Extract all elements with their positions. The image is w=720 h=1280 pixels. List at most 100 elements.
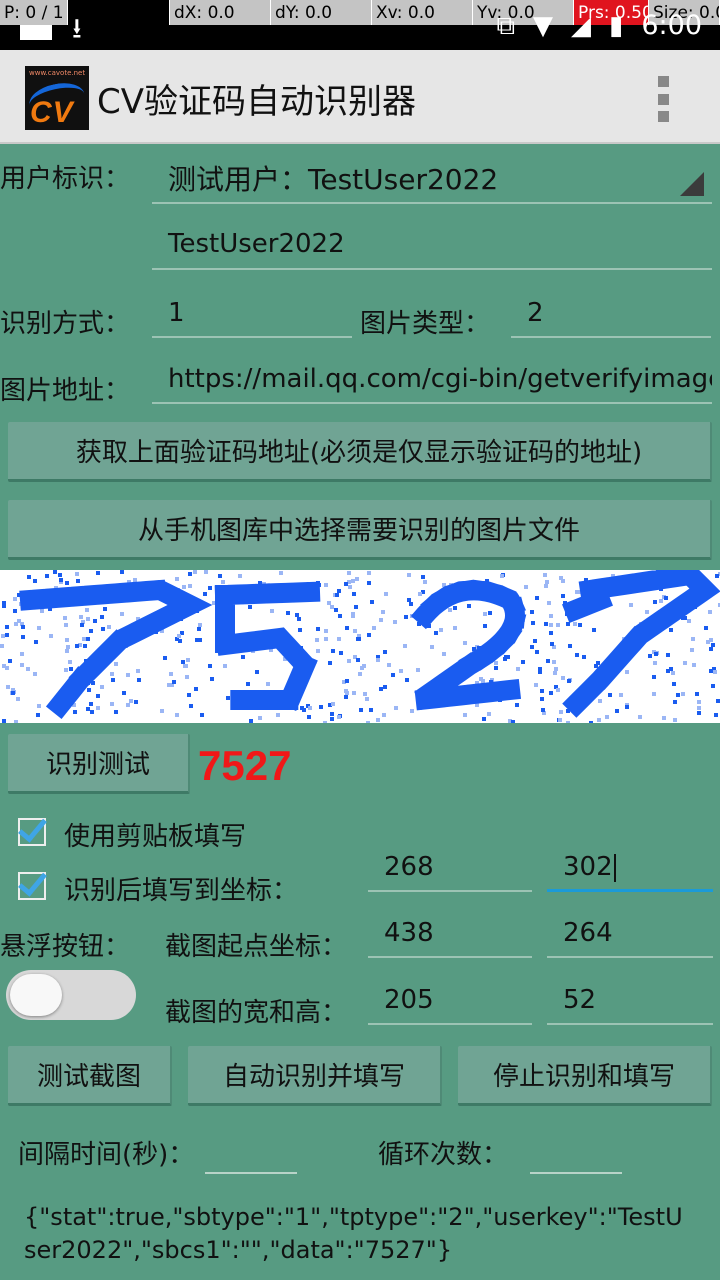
image-url-field[interactable]: https://mail.qq.com/cgi-bin/getverifyima… bbox=[152, 362, 712, 404]
captcha-noise-dot bbox=[221, 580, 225, 584]
crop-y-field[interactable]: 264 bbox=[547, 916, 713, 958]
captcha-noise-dot bbox=[107, 625, 111, 629]
captcha-noise-dot bbox=[86, 617, 90, 621]
image-type-field[interactable]: 2 bbox=[511, 296, 711, 338]
dropdown-arrow-icon bbox=[680, 172, 704, 196]
captcha-noise-dot bbox=[556, 688, 560, 692]
fill-y-field[interactable]: 302 bbox=[547, 850, 713, 892]
captcha-noise-dot bbox=[33, 672, 37, 676]
captcha-noise-dot bbox=[625, 670, 629, 674]
test-crop-button[interactable]: 测试截图 bbox=[8, 1046, 172, 1106]
crop-width-field[interactable]: 205 bbox=[368, 983, 532, 1025]
overflow-menu-icon[interactable] bbox=[653, 76, 673, 122]
choose-from-gallery-button[interactable]: 从手机图库中选择需要识别的图片文件 bbox=[8, 500, 712, 560]
captcha-noise-dot bbox=[223, 664, 227, 668]
logo-text: CV bbox=[30, 96, 74, 129]
captcha-noise-dot bbox=[27, 575, 31, 579]
captcha-noise-dot bbox=[391, 673, 395, 677]
captcha-noise-dot bbox=[1, 634, 5, 638]
captcha-noise-dot bbox=[534, 683, 538, 687]
captcha-noise-dot bbox=[407, 598, 411, 602]
captcha-noise-dot bbox=[298, 628, 302, 632]
stop-recognize-button[interactable]: 停止识别和填写 bbox=[458, 1046, 712, 1106]
recognition-result: 7527 bbox=[198, 742, 292, 789]
captcha-noise-dot bbox=[324, 637, 328, 641]
captcha-noise-dot bbox=[184, 664, 188, 668]
captcha-noise-dot bbox=[167, 683, 171, 687]
captcha-noise-dot bbox=[351, 614, 355, 618]
captcha-noise-dot bbox=[246, 682, 250, 686]
crop-x-field[interactable]: 438 bbox=[368, 916, 532, 958]
captcha-noise-dot bbox=[13, 609, 17, 613]
captcha-noise-dot bbox=[188, 584, 192, 588]
captcha-noise-dot bbox=[195, 638, 199, 642]
captcha-noise-dot bbox=[695, 692, 699, 696]
clipboard-checkbox[interactable] bbox=[18, 818, 46, 846]
fill-coord-checkbox[interactable] bbox=[18, 872, 46, 900]
fetch-captcha-button[interactable]: 获取上面验证码地址(必须是仅显示验证码的地址) bbox=[8, 422, 712, 482]
captcha-noise-dot bbox=[193, 570, 197, 574]
auto-recognize-button[interactable]: 自动识别并填写 bbox=[188, 1046, 442, 1106]
captcha-noise-dot bbox=[706, 640, 710, 644]
interval-field[interactable] bbox=[205, 1132, 297, 1174]
captcha-noise-dot bbox=[543, 573, 547, 577]
captcha-noise-dot bbox=[203, 592, 207, 596]
captcha-noise-dot bbox=[83, 644, 87, 648]
user-key-field[interactable]: TestUser2022 bbox=[152, 226, 712, 270]
captcha-noise-dot bbox=[226, 696, 230, 700]
captcha-noise-dot bbox=[37, 704, 41, 708]
method-label: 识别方式： bbox=[0, 309, 131, 339]
captcha-noise-dot bbox=[648, 654, 652, 658]
method-field[interactable]: 1 bbox=[152, 296, 352, 338]
captcha-noise-dot bbox=[664, 596, 668, 600]
captcha-noise-dot bbox=[671, 671, 675, 675]
fill-x-field[interactable]: 268 bbox=[368, 850, 532, 892]
captcha-noise-dot bbox=[352, 691, 356, 695]
captcha-noise-dot bbox=[662, 716, 666, 720]
captcha-noise-dot bbox=[605, 715, 609, 719]
captcha-noise-dot bbox=[376, 658, 380, 662]
captcha-noise-dot bbox=[714, 713, 718, 717]
captcha-noise-dot bbox=[709, 669, 713, 673]
float-button-toggle[interactable] bbox=[6, 970, 136, 1020]
wifi-icon: ▼ bbox=[533, 10, 554, 41]
captcha-noise-dot bbox=[68, 660, 72, 664]
text-caret bbox=[613, 853, 616, 882]
captcha-noise-dot bbox=[354, 605, 358, 609]
crop-height-field[interactable]: 52 bbox=[547, 983, 713, 1025]
captcha-noise-dot bbox=[530, 645, 534, 649]
captcha-noise-dot bbox=[204, 570, 208, 574]
user-select[interactable]: 测试用户：TestUser2022 bbox=[152, 160, 712, 204]
captcha-noise-dot bbox=[711, 643, 715, 647]
captcha-noise-dot bbox=[330, 712, 334, 716]
captcha-noise-dot bbox=[136, 669, 140, 673]
captcha-noise-dot bbox=[582, 655, 586, 659]
captcha-noise-dot bbox=[279, 571, 283, 575]
captcha-noise-dot bbox=[79, 615, 83, 619]
captcha-noise-dot bbox=[503, 657, 507, 661]
captcha-noise-dot bbox=[598, 699, 602, 703]
captcha-noise-dot bbox=[101, 627, 105, 631]
captcha-noise-dot bbox=[619, 693, 623, 697]
recognize-test-button[interactable]: 识别测试 bbox=[8, 734, 190, 794]
captcha-noise-dot bbox=[21, 635, 25, 639]
captcha-noise-dot bbox=[500, 574, 504, 578]
captcha-noise-dot bbox=[481, 679, 485, 683]
captcha-noise-dot bbox=[63, 616, 67, 620]
captcha-noise-dot bbox=[315, 638, 319, 642]
captcha-noise-dot bbox=[334, 608, 338, 612]
cast-icon: ⧉ bbox=[496, 10, 516, 41]
captcha-noise-dot bbox=[666, 669, 670, 673]
captcha-noise-dot bbox=[692, 663, 696, 667]
captcha-image bbox=[0, 570, 720, 723]
captcha-noise-dot bbox=[403, 644, 407, 648]
captcha-noise-dot bbox=[295, 613, 299, 617]
captcha-noise-dot bbox=[521, 660, 525, 664]
captcha-noise-dot bbox=[384, 592, 388, 596]
loop-count-field[interactable] bbox=[530, 1132, 622, 1174]
captcha-noise-dot bbox=[120, 612, 124, 616]
captcha-noise-dot bbox=[687, 619, 691, 623]
captcha-noise-dot bbox=[65, 638, 69, 642]
captcha-noise-dot bbox=[410, 709, 414, 713]
captcha-noise-dot bbox=[421, 575, 425, 579]
